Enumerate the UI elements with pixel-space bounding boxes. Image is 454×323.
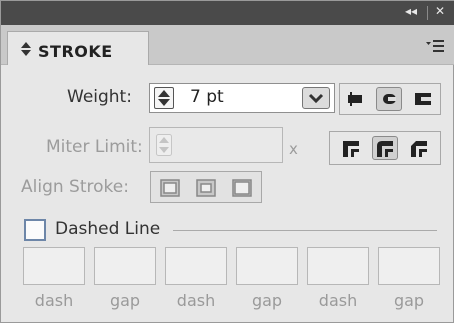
collapse-panel-button[interactable]: ◂◂ bbox=[405, 4, 417, 18]
miter-stepper-icon[interactable] bbox=[156, 134, 172, 156]
weight-combobox[interactable]: 7 pt bbox=[149, 83, 335, 113]
miter-limit-field[interactable] bbox=[149, 127, 283, 163]
dash-field-3[interactable] bbox=[307, 247, 369, 285]
tab-stroke[interactable]: STROKE bbox=[7, 31, 149, 65]
miter-limit-suffix: x bbox=[289, 140, 298, 158]
round-join-button[interactable] bbox=[372, 136, 398, 160]
gap-label-2: gap bbox=[251, 291, 283, 310]
dashed-line-label: Dashed Line bbox=[55, 219, 161, 239]
join-button-group bbox=[329, 131, 441, 165]
titlebar-divider bbox=[427, 6, 428, 20]
dashed-line-divider bbox=[173, 230, 437, 231]
projecting-cap-icon bbox=[415, 93, 431, 105]
round-cap-icon bbox=[383, 94, 396, 104]
align-inside-button[interactable] bbox=[193, 176, 219, 200]
align-stroke-label: Align Stroke: bbox=[21, 177, 129, 197]
close-panel-button[interactable]: ✕ bbox=[435, 4, 445, 18]
gap-field-3[interactable] bbox=[378, 247, 440, 285]
weight-stepper[interactable] bbox=[154, 87, 174, 109]
tab-arrows-icon[interactable] bbox=[20, 41, 32, 57]
stroke-panel: ◂◂ ✕ STROKE Weight: 7 pt Miter Limit: x … bbox=[0, 0, 454, 323]
weight-value[interactable]: 7 pt bbox=[190, 87, 224, 107]
align-outside-button[interactable] bbox=[229, 176, 255, 200]
stepper-arrows-icon bbox=[158, 90, 170, 106]
round-join-icon bbox=[377, 141, 393, 157]
cap-button-group bbox=[339, 83, 441, 115]
miter-join-icon bbox=[343, 141, 359, 157]
dash-label-2: dash bbox=[176, 291, 216, 310]
align-button-group bbox=[150, 171, 262, 203]
weight-label: Weight: bbox=[67, 87, 132, 107]
chevron-down-icon bbox=[308, 93, 324, 104]
butt-cap-button[interactable] bbox=[342, 87, 368, 111]
projecting-cap-button[interactable] bbox=[410, 87, 436, 111]
panel-title: STROKE bbox=[38, 42, 113, 61]
butt-cap-icon bbox=[348, 92, 362, 106]
miter-join-button[interactable] bbox=[338, 136, 364, 160]
align-inside-icon bbox=[196, 179, 216, 197]
align-center-button[interactable] bbox=[157, 176, 183, 200]
panel-titlebar: ◂◂ ✕ bbox=[1, 1, 454, 25]
panel-menu-icon[interactable] bbox=[425, 39, 445, 53]
gap-label-3: gap bbox=[393, 291, 425, 310]
gap-field-2[interactable] bbox=[236, 247, 298, 285]
panel-tab-row: STROKE bbox=[1, 25, 454, 65]
bevel-join-icon bbox=[411, 141, 427, 157]
dash-label-1: dash bbox=[34, 291, 74, 310]
miter-limit-label: Miter Limit: bbox=[46, 137, 143, 157]
gap-field-1[interactable] bbox=[94, 247, 156, 285]
align-outside-icon bbox=[232, 179, 252, 197]
dashed-line-checkbox[interactable] bbox=[24, 219, 46, 241]
align-center-icon bbox=[160, 179, 180, 197]
dash-label-3: dash bbox=[318, 291, 358, 310]
gap-label-1: gap bbox=[109, 291, 141, 310]
weight-dropdown-button[interactable] bbox=[302, 87, 330, 109]
bevel-join-button[interactable] bbox=[406, 136, 432, 160]
round-cap-button[interactable] bbox=[376, 87, 402, 111]
dash-field-1[interactable] bbox=[23, 247, 85, 285]
dash-field-2[interactable] bbox=[165, 247, 227, 285]
